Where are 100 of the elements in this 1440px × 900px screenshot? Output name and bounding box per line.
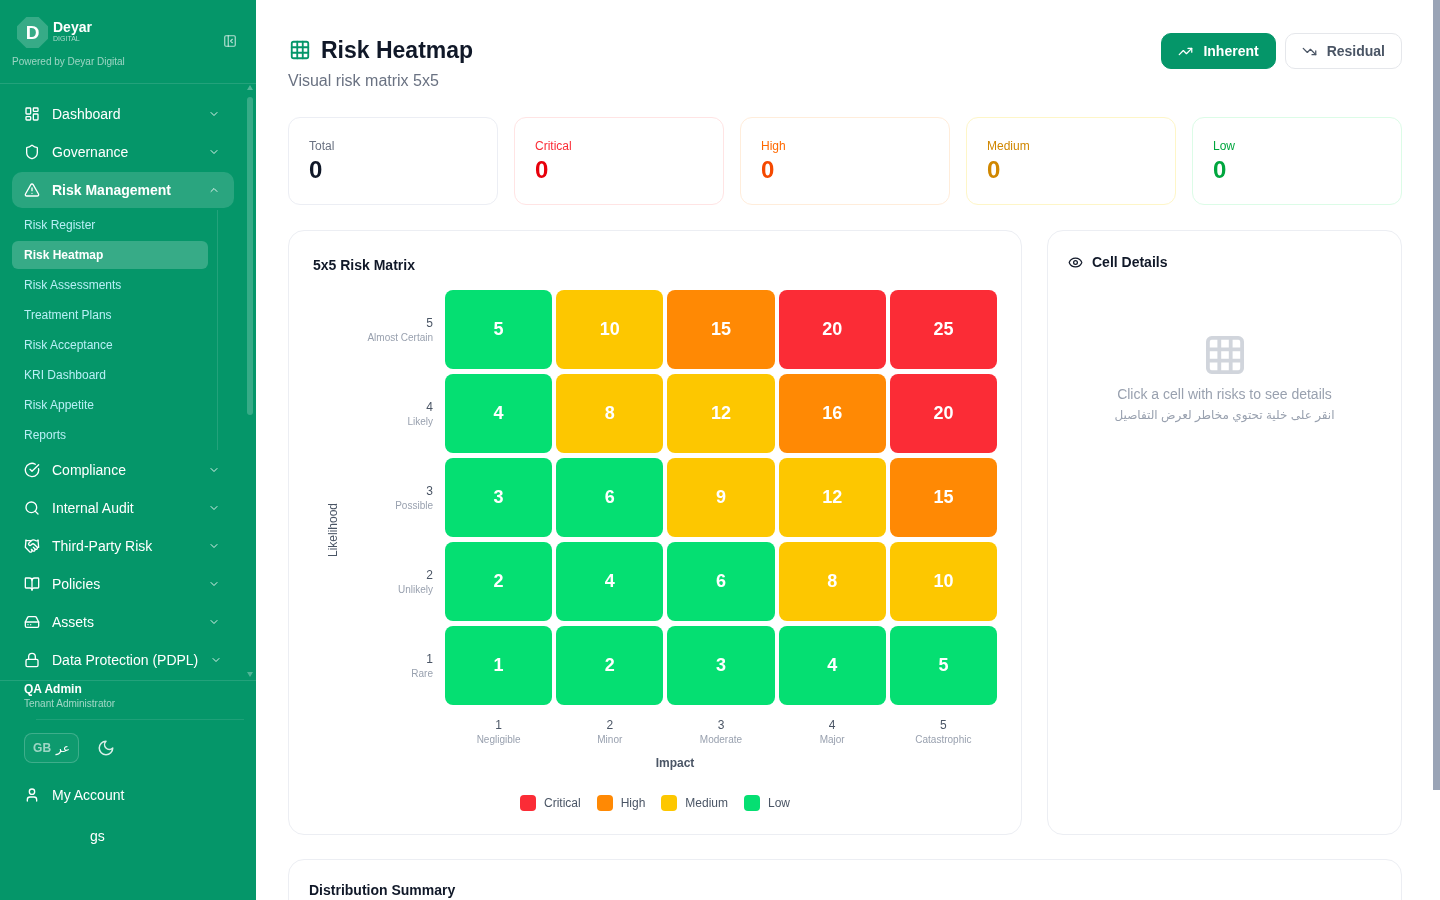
matrix-cell[interactable]: 5 bbox=[889, 626, 997, 705]
matrix-cell[interactable]: 8 bbox=[556, 374, 664, 453]
sidebar-link[interactable]: My Account bbox=[12, 777, 222, 813]
sidebar-link[interactable]: gs bbox=[12, 818, 222, 854]
brand-logo: D bbox=[17, 17, 48, 48]
matrix-cell[interactable]: 4 bbox=[445, 374, 553, 453]
stat-value: 0 bbox=[761, 156, 776, 184]
table-grid-icon bbox=[289, 39, 311, 61]
empty-state-text: انقر على خلية تحتوي مخاطر لعرض التفاصيل bbox=[1114, 407, 1335, 423]
matrix-cell[interactable]: 3 bbox=[445, 458, 553, 537]
matrix-cell[interactable]: 15 bbox=[667, 290, 775, 369]
row-label: Rare bbox=[411, 666, 433, 681]
sidebar-item[interactable]: Risk Management bbox=[12, 172, 234, 208]
sidebar-subitem[interactable]: Reports bbox=[12, 421, 208, 449]
theme-toggle-button[interactable] bbox=[97, 739, 115, 757]
matrix-cell[interactable]: 3 bbox=[667, 626, 775, 705]
sidebar-item[interactable]: Dashboard bbox=[12, 96, 234, 132]
matrix-cell[interactable]: 10 bbox=[889, 542, 997, 621]
impact-label: Moderate bbox=[699, 733, 743, 747]
view-toggle-button[interactable]: Inherent bbox=[1161, 33, 1276, 69]
impact-number: 4 bbox=[828, 717, 836, 733]
scroll-up-arrow-icon[interactable] bbox=[247, 85, 253, 90]
lock-icon bbox=[24, 652, 40, 668]
impact-label: Negligible bbox=[476, 733, 521, 747]
sidebar-item[interactable]: Policies bbox=[12, 566, 234, 602]
row-number: 2 bbox=[426, 566, 433, 583]
card-title: 5x5 Risk Matrix bbox=[313, 256, 416, 275]
row-label: Likely bbox=[407, 414, 433, 429]
y-axis-label: Likelihood bbox=[326, 503, 340, 558]
stat-label: Critical bbox=[535, 138, 573, 154]
row-number: 3 bbox=[426, 482, 433, 499]
sidebar-subitem[interactable]: Risk Acceptance bbox=[12, 331, 208, 359]
user-icon bbox=[24, 787, 40, 803]
legend-label: Critical bbox=[543, 795, 581, 811]
layout-grid-icon bbox=[24, 106, 40, 122]
x-axis-label: Impact bbox=[655, 755, 695, 771]
stat-label: High bbox=[761, 138, 787, 154]
matrix-cell[interactable]: 20 bbox=[778, 290, 886, 369]
row-label: Possible bbox=[395, 498, 433, 513]
scroll-down-arrow-icon[interactable] bbox=[247, 672, 253, 677]
stat-label: Low bbox=[1213, 138, 1236, 154]
sidebar-subitem[interactable]: Treatment Plans bbox=[12, 301, 208, 329]
sidebar-item[interactable]: Internal Audit bbox=[12, 490, 234, 526]
sidebar-item[interactable]: Data Protection (PDPL) bbox=[12, 642, 234, 678]
row-number: 1 bbox=[426, 650, 433, 667]
sidebar-item[interactable]: Third-Party Risk bbox=[12, 528, 234, 564]
matrix-cell[interactable]: 5 bbox=[445, 290, 553, 369]
matrix-cell[interactable]: 9 bbox=[667, 458, 775, 537]
sidebar-item[interactable]: Assets bbox=[12, 604, 234, 640]
legend-label: High bbox=[620, 795, 646, 811]
sidebar-subitem[interactable]: KRI Dashboard bbox=[12, 361, 208, 389]
matrix-cell[interactable]: 12 bbox=[778, 458, 886, 537]
sidebar-subitem[interactable]: Risk Assessments bbox=[12, 271, 208, 299]
impact-label: Catastrophic bbox=[915, 733, 972, 747]
matrix-cell[interactable]: 10 bbox=[556, 290, 664, 369]
page-title: Risk Heatmap bbox=[321, 36, 474, 64]
table-grid-icon bbox=[1205, 336, 1244, 374]
sidebar-subitem[interactable]: Risk Heatmap bbox=[12, 241, 208, 269]
matrix-cell[interactable]: 2 bbox=[445, 542, 553, 621]
sidebar-item[interactable]: Compliance bbox=[12, 452, 234, 488]
sidebar-subitem[interactable]: Risk Register bbox=[12, 211, 208, 239]
empty-state-text: Click a cell with risks to see details bbox=[1117, 385, 1332, 404]
impact-label: Major bbox=[819, 733, 845, 747]
impact-label: Minor bbox=[597, 733, 623, 747]
matrix-cell[interactable]: 15 bbox=[889, 458, 997, 537]
page-subtitle: Visual risk matrix 5x5 bbox=[288, 72, 440, 90]
warning-icon bbox=[24, 182, 40, 198]
sidebar-item[interactable]: Governance bbox=[12, 134, 234, 170]
collapse-sidebar-button[interactable] bbox=[223, 34, 237, 48]
stat-label: Medium bbox=[987, 138, 1031, 154]
matrix-cell[interactable]: 12 bbox=[667, 374, 775, 453]
matrix-cell[interactable]: 20 bbox=[889, 374, 997, 453]
row-number: 5 bbox=[426, 314, 433, 331]
impact-number: 2 bbox=[606, 717, 614, 733]
matrix-cell[interactable]: 8 bbox=[778, 542, 886, 621]
matrix-cell[interactable]: 25 bbox=[889, 290, 997, 369]
row-label: Almost Certain bbox=[367, 330, 433, 345]
impact-number: 1 bbox=[495, 717, 502, 733]
sidebar-subitem[interactable]: Risk Appetite bbox=[12, 391, 208, 419]
brand-name: Deyar bbox=[53, 19, 92, 35]
scrollbar-thumb[interactable] bbox=[247, 97, 253, 415]
matrix-cell[interactable]: 16 bbox=[778, 374, 886, 453]
matrix-cell[interactable]: 4 bbox=[778, 626, 886, 705]
matrix-cell[interactable]: 4 bbox=[556, 542, 664, 621]
card-title: Cell Details bbox=[1092, 253, 1168, 272]
view-toggle-button[interactable]: Residual bbox=[1284, 33, 1402, 69]
shield-icon bbox=[24, 144, 40, 160]
moon-icon bbox=[97, 739, 115, 757]
row-number: 4 bbox=[426, 398, 433, 415]
book-icon bbox=[24, 576, 40, 592]
eye-icon bbox=[1068, 254, 1083, 270]
matrix-cell[interactable]: 1 bbox=[445, 626, 553, 705]
matrix-cell[interactable]: 6 bbox=[556, 458, 664, 537]
stat-value: 0 bbox=[309, 156, 324, 184]
matrix-cell[interactable]: 6 bbox=[667, 542, 775, 621]
scrollbar-thumb[interactable] bbox=[1433, 0, 1440, 790]
hard-drive-icon bbox=[24, 614, 40, 630]
card-title: Distribution Summary bbox=[309, 882, 457, 898]
matrix-cell[interactable]: 2 bbox=[556, 626, 664, 705]
powered-by-text: Powered by Deyar Digital bbox=[12, 56, 126, 68]
